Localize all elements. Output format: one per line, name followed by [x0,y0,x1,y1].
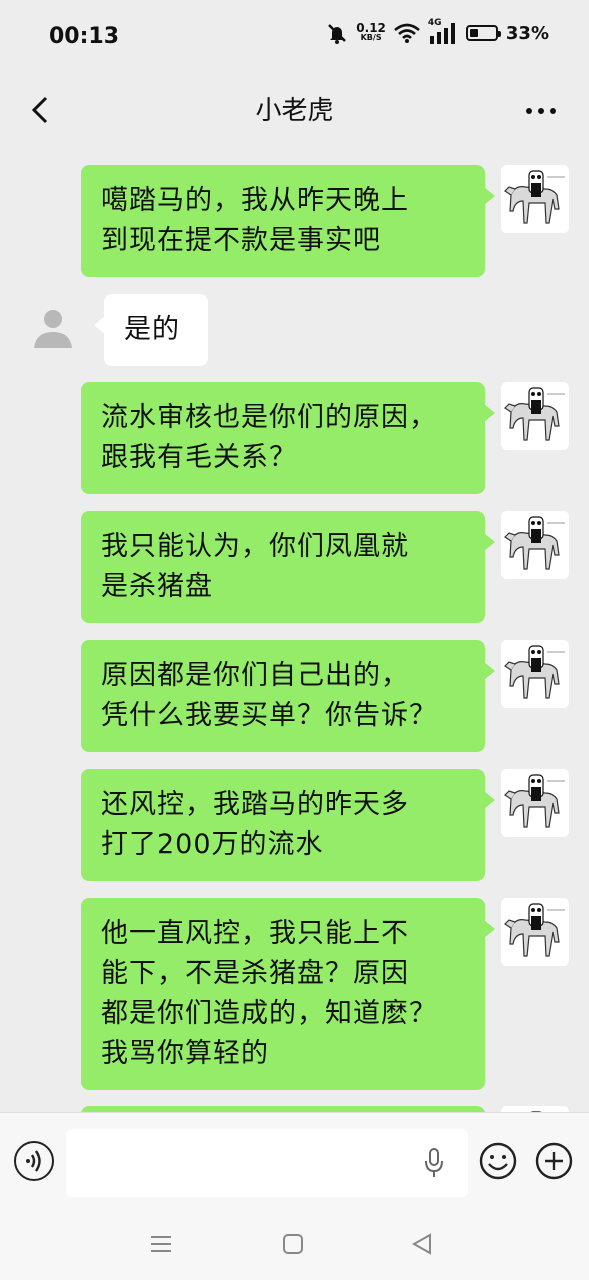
cellular-signal: 4G [428,18,458,44]
sent-message-bubble[interactable]: 噶踏马的，我从昨天晚上 到现在提不款是事实吧 [81,165,495,277]
avatar-horse-panda-icon[interactable] [501,511,569,579]
input-bar [0,1112,589,1211]
status-time: 00:13 [49,24,120,49]
sent-message-bubble[interactable]: 还风控，我踏马的昨天多 打了200万的流水 [81,769,495,881]
net-speed: 0.12 KB/S [356,21,386,43]
emoji-icon[interactable] [478,1141,518,1181]
status-icons: 0.12 KB/S 4G 33% [326,18,549,44]
chat-header: 小老虎 [0,76,589,146]
voice-icon[interactable] [14,1141,54,1181]
wifi-icon [394,23,420,43]
mute-bell-icon [328,24,347,44]
avatar-horse-panda-icon[interactable] [501,165,569,233]
sent-message-bubble[interactable]: 原因都是你们自己出的， 凭什么我要买单？你告诉？ [81,640,495,752]
home-icon[interactable] [281,1232,305,1256]
sent-message-bubble[interactable]: 他一直风控，我只能上不 能下，不是杀猪盘？原因 都是你们造成的，知道麽？ 我骂你… [81,898,495,1090]
sent-message-bubble[interactable]: 我只能认为，你们凤凰就 是杀猪盘 [81,511,495,623]
received-message-bubble[interactable]: 是的 [94,294,208,366]
battery-fill [469,29,478,37]
avatar-person-icon[interactable] [28,302,78,352]
net-speed-unit: KB/S [360,33,382,42]
message-input[interactable] [66,1129,468,1197]
avatar-horse-panda-icon[interactable] [501,640,569,708]
battery-icon [465,25,501,41]
sent-message-bubble[interactable]: 流水审核也是你们的原因， 跟我有毛关系？ [81,382,495,494]
avatar-horse-panda-icon[interactable] [501,382,569,450]
microphone-icon[interactable] [422,1147,446,1179]
battery-percent: 33% [505,22,549,44]
more-dots-icon[interactable] [521,96,561,126]
chat-title: 小老虎 [255,96,334,126]
back-triangle-icon[interactable] [410,1232,434,1256]
avatar-horse-panda-icon[interactable] [501,898,569,966]
recent-apps-icon[interactable] [148,1232,174,1256]
net-speed-value: 0.12 [356,21,386,35]
avatar-horse-panda-icon[interactable] [501,769,569,837]
plus-icon[interactable] [534,1141,574,1181]
message-list[interactable]: 噶踏马的，我从昨天晚上 到现在提不款是事实吧是的流水审核也是你们的原因， 跟我有… [0,146,589,1112]
status-bar: 00:13 0.12 KB/S 4G 33% [0,0,589,76]
signal-bars-icon [429,23,455,44]
system-nav-bar [0,1210,589,1280]
